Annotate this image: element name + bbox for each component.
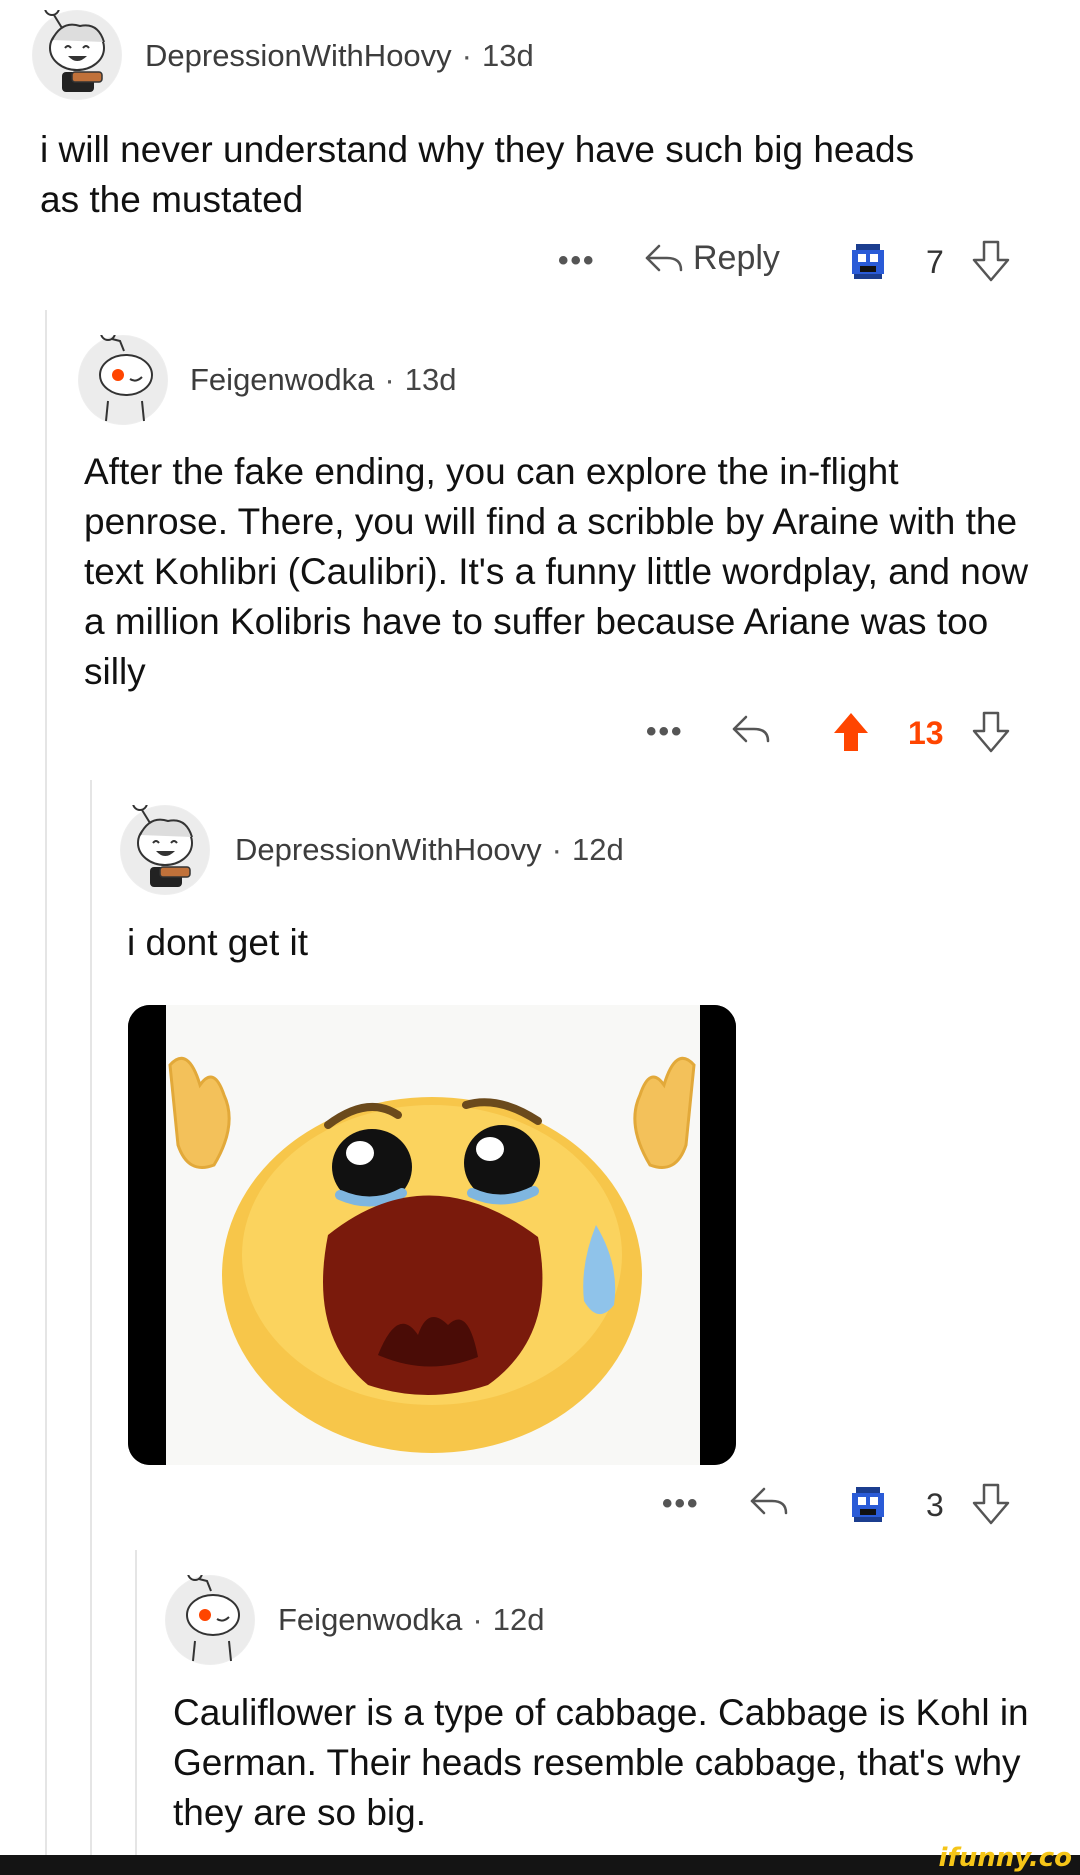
- comment-4-age: 12d: [492, 1602, 545, 1637]
- comment-3-downvote-button[interactable]: [970, 1481, 1012, 1527]
- pixel-award-icon: [852, 1487, 884, 1522]
- comment-2-body: After the fake ending, you can explore t…: [84, 451, 1029, 692]
- avatar-feigenwodka[interactable]: [165, 1575, 255, 1665]
- comment-3-vote-count: 3: [926, 1487, 944, 1523]
- snoo-avatar-hoovy-icon: [121, 805, 209, 894]
- meta-separator: ·: [472, 1602, 483, 1637]
- thread-line-level-1: [45, 310, 47, 1865]
- comment-2-downvote-button[interactable]: [970, 709, 1012, 755]
- comment-4-username[interactable]: Feigenwodka: [278, 1602, 462, 1637]
- comment-2-meta: Feigenwodka · 13d: [190, 362, 456, 398]
- comment-1-body: i will never understand why they have su…: [40, 129, 915, 220]
- comment-1-meta: DepressionWithHoovy · 13d: [145, 38, 534, 74]
- comment-3-more-button[interactable]: •••: [662, 1487, 700, 1521]
- comment-3-body: i dont get it: [127, 922, 309, 963]
- snoo-avatar-default-icon: [166, 1575, 254, 1664]
- watermark-bar: [0, 1855, 1080, 1875]
- comment-2-age: 13d: [404, 362, 457, 397]
- comment-4-meta: Feigenwodka · 12d: [278, 1602, 544, 1638]
- comment-1-more-button[interactable]: •••: [558, 244, 596, 278]
- comment-2-upvote-button[interactable]: [830, 709, 872, 755]
- ifunny-watermark: ifunny.co: [938, 1843, 1072, 1873]
- comment-3-reply-button[interactable]: [748, 1481, 790, 1521]
- comment-4-body: Cauliflower is a type of cabbage. Cabbag…: [173, 1692, 1029, 1833]
- crying-emoji-meme-image[interactable]: [128, 1005, 736, 1465]
- snoo-avatar-hoovy-icon: [33, 10, 121, 99]
- comment-1-vote-count: 7: [926, 244, 944, 280]
- downvote-arrow-icon: [972, 1483, 1010, 1525]
- reply-arrow-icon: [645, 244, 683, 272]
- downvote-arrow-icon: [972, 240, 1010, 282]
- downvote-arrow-icon: [972, 711, 1010, 753]
- meta-separator: ·: [461, 38, 472, 73]
- meta-separator: ·: [551, 832, 562, 867]
- meta-separator: ·: [384, 362, 395, 397]
- avatar-feigenwodka[interactable]: [78, 335, 168, 425]
- comment-1-downvote-button[interactable]: [970, 238, 1012, 284]
- crying-emoji-icon: [128, 1005, 736, 1465]
- comment-2-vote-count: 13: [908, 715, 944, 751]
- comment-1-reply-button[interactable]: Reply: [643, 238, 780, 278]
- comment-1-username[interactable]: DepressionWithHoovy: [145, 38, 452, 73]
- comment-2-actions: ••• 13: [0, 703, 1080, 763]
- comment-3-meta: DepressionWithHoovy · 12d: [235, 832, 624, 868]
- avatar-hoovy[interactable]: [120, 805, 210, 895]
- comment-3-actions: ••• 3: [0, 1475, 1080, 1535]
- comment-3-award-icon[interactable]: [848, 1483, 888, 1525]
- pixel-award-icon: [852, 244, 884, 279]
- comment-1-actions: ••• Reply 7: [0, 232, 1080, 292]
- avatar-hoovy[interactable]: [32, 10, 122, 100]
- comment-2-username[interactable]: Feigenwodka: [190, 362, 374, 397]
- thread-line-level-3: [135, 1550, 137, 1865]
- comment-2-reply-button[interactable]: [730, 709, 772, 749]
- reply-arrow-icon: [732, 715, 770, 743]
- comment-3-username[interactable]: DepressionWithHoovy: [235, 832, 542, 867]
- upvote-arrow-filled-icon: [834, 713, 868, 751]
- snoo-avatar-default-icon: [79, 335, 167, 424]
- reply-arrow-icon: [750, 1487, 788, 1515]
- comment-1-age: 13d: [482, 38, 534, 73]
- comment-2-more-button[interactable]: •••: [646, 715, 684, 749]
- thread-line-level-2: [90, 780, 92, 1865]
- comment-3-age: 12d: [572, 832, 624, 867]
- comment-1-award-icon[interactable]: [848, 240, 888, 282]
- reply-label: Reply: [693, 238, 780, 277]
